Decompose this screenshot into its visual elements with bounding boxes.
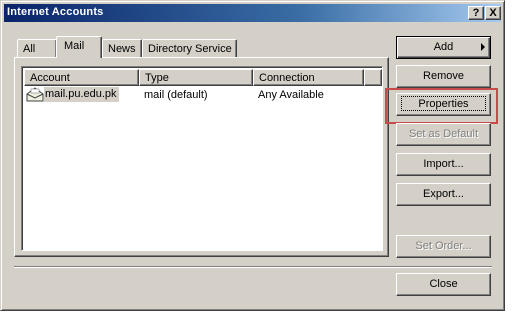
account-name-cell: mail.pu.edu.pk — [44, 87, 119, 102]
set-order-button[interactable]: Set Order... — [396, 235, 491, 258]
close-icon: X — [489, 7, 497, 19]
tab-news[interactable]: News — [102, 39, 142, 58]
export-button-label: Export... — [423, 188, 464, 200]
account-connection-cell: Any Available — [258, 89, 324, 101]
add-button[interactable]: Add — [396, 36, 491, 59]
help-icon: ? — [472, 7, 480, 19]
tab-directory-service-label: Directory Service — [148, 43, 232, 55]
accounts-list[interactable]: Account Type Connection mail.pu.edu.pk m… — [21, 66, 383, 251]
import-button-label: Import... — [423, 158, 464, 170]
export-button[interactable]: Export... — [396, 183, 491, 206]
set-order-button-label: Set Order... — [415, 240, 472, 252]
close-button[interactable]: Close — [396, 273, 491, 296]
remove-button[interactable]: Remove — [396, 65, 491, 88]
column-header-connection[interactable]: Connection — [253, 69, 364, 86]
dialog-title: Internet Accounts — [7, 6, 104, 18]
mail-account-icon — [26, 87, 44, 102]
column-header-connection-label: Connection — [259, 72, 315, 84]
close-window-button[interactable]: X — [485, 6, 501, 20]
properties-button-label: Properties — [418, 98, 469, 110]
help-button[interactable]: ? — [468, 6, 484, 20]
column-header-type[interactable]: Type — [139, 69, 253, 86]
tab-mail-label: Mail — [64, 40, 85, 52]
column-header-account[interactable]: Account — [24, 69, 139, 86]
import-button[interactable]: Import... — [396, 153, 491, 176]
remove-button-label: Remove — [423, 70, 464, 82]
tab-news-label: News — [108, 43, 136, 55]
column-header-filler — [364, 69, 382, 86]
title-bar[interactable]: Internet Accounts ? X — [4, 4, 501, 22]
submenu-arrow-icon — [481, 43, 485, 51]
tab-directory-service[interactable]: Directory Service — [142, 39, 237, 58]
close-button-label: Close — [429, 278, 458, 290]
set-as-default-button[interactable]: Set as Default — [396, 123, 491, 146]
add-button-label: Add — [433, 41, 454, 53]
column-header-type-label: Type — [145, 72, 169, 84]
column-header-account-label: Account — [30, 72, 70, 84]
tab-mail[interactable]: Mail — [56, 36, 102, 58]
properties-button[interactable]: Properties — [396, 93, 491, 116]
set-as-default-button-label: Set as Default — [408, 128, 479, 140]
separator — [14, 266, 492, 268]
tab-all-label: All — [23, 43, 36, 55]
tab-all[interactable]: All — [17, 39, 57, 58]
account-type-cell: mail (default) — [144, 89, 208, 101]
